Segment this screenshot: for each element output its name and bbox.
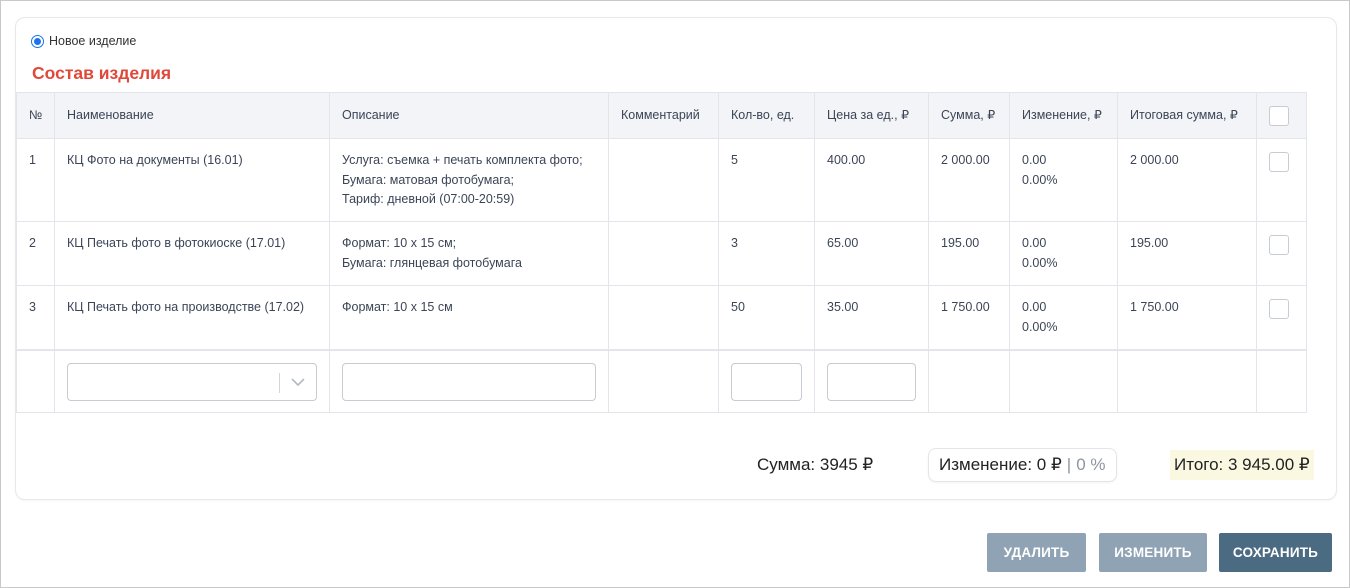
save-button[interactable]: СОХРАНИТЬ [1219, 533, 1332, 572]
radio-selected-dot [34, 37, 41, 45]
quantity-input[interactable] [731, 362, 802, 401]
row-change: 0.00 0.00% [1009, 221, 1118, 286]
row-checkbox[interactable] [1269, 235, 1289, 255]
new-row-price-cell [814, 348, 929, 413]
select-separator [279, 372, 280, 393]
change-amount-total: Изменение: 0 ₽ [939, 455, 1062, 474]
row-sum: 1 750.00 [928, 285, 1010, 350]
change-percent-total: 0 % [1076, 455, 1106, 474]
table-row[interactable]: 1 КЦ Фото на документы (16.01) Услуга: с… [16, 138, 1307, 222]
row-checkbox[interactable] [1269, 152, 1289, 172]
change-percent: 0.00% [1022, 172, 1058, 187]
new-item-row [16, 348, 1307, 413]
header-description[interactable]: Описание [329, 92, 609, 139]
row-number: 2 [16, 221, 55, 286]
new-row-select-cell [1256, 348, 1307, 413]
unit-price-input[interactable] [827, 362, 916, 401]
row-name: КЦ Печать фото в фотокиоске (17.01) [54, 221, 330, 286]
row-change: 0.00 0.00% [1009, 138, 1118, 222]
new-product-radio-option[interactable]: Новое изделие [31, 34, 136, 48]
radio-label: Новое изделие [49, 34, 137, 48]
row-description: Услуга: съемка + печать комплекта фото; … [329, 138, 609, 222]
section-title: Состав изделия [32, 63, 172, 83]
new-row-comment-cell [608, 348, 719, 413]
change-amount: 0.00 [1022, 153, 1047, 167]
header-sum[interactable]: Сумма, ₽ [928, 92, 1010, 139]
row-checkbox[interactable] [1269, 299, 1289, 319]
row-sum: 2 000.00 [928, 138, 1010, 222]
row-unit-price: 400.00 [814, 138, 929, 222]
description-line: Бумага: глянцевая фотобумага [342, 255, 522, 270]
change-amount: 0.00 [1022, 300, 1047, 314]
row-description: Формат: 10 х 15 см; Бумага: глянцевая фо… [329, 221, 609, 286]
description-line: Бумага: матовая фотобумага; [342, 172, 515, 187]
new-row-quantity-cell [718, 348, 815, 413]
table-row[interactable]: 2 КЦ Печать фото в фотокиоске (17.01) Фо… [16, 221, 1307, 286]
new-row-name-cell [54, 348, 330, 413]
table-row[interactable]: 3 КЦ Печать фото на производстве (17.02)… [16, 285, 1307, 350]
new-row-total-cell [1117, 348, 1257, 413]
header-comment[interactable]: Комментарий [608, 92, 719, 139]
row-comment [608, 285, 719, 350]
header-select-all [1256, 92, 1307, 139]
radio-button[interactable] [31, 34, 44, 48]
row-sum: 195.00 [928, 221, 1010, 286]
description-input[interactable] [342, 362, 596, 401]
chevron-down-icon[interactable] [291, 378, 305, 387]
delete-button[interactable]: УДАЛИТЬ [987, 533, 1086, 572]
edit-button[interactable]: ИЗМЕНИТЬ [1099, 533, 1207, 572]
description-line: Тариф: дневной (07:00-20:59) [342, 192, 515, 206]
description-line: Формат: 10 х 15 см [342, 300, 453, 314]
totals-sum: Сумма: 3945 ₽ [757, 455, 874, 474]
change-percent: 0.00% [1022, 319, 1058, 334]
totals-grand-total: Итого: 3 945.00 ₽ [1170, 450, 1314, 480]
new-row-number-cell [16, 348, 55, 413]
select-all-checkbox[interactable] [1269, 105, 1289, 126]
header-name[interactable]: Наименование [54, 92, 330, 139]
row-select-cell [1256, 221, 1307, 286]
change-separator: | [1066, 455, 1072, 474]
row-quantity: 5 [718, 138, 815, 222]
row-quantity: 50 [718, 285, 815, 350]
description-line: Услуга: съемка + печать комплекта фото; [342, 153, 583, 167]
row-select-cell [1256, 138, 1307, 222]
table-header-row: № Наименование Описание Комментарий Кол-… [16, 92, 1307, 139]
row-number: 3 [16, 285, 55, 350]
items-table: № Наименование Описание Комментарий Кол-… [16, 92, 1307, 413]
new-row-description-cell [329, 348, 609, 413]
change-amount: 0.00 [1022, 236, 1047, 250]
row-unit-price: 65.00 [814, 221, 929, 286]
change-percent: 0.00% [1022, 255, 1058, 270]
row-number: 1 [16, 138, 55, 222]
product-select[interactable] [67, 362, 317, 401]
description-line: Формат: 10 х 15 см; [342, 236, 457, 250]
header-number: № [16, 92, 55, 139]
header-total-sum[interactable]: Итоговая сумма, ₽ [1117, 92, 1257, 139]
row-comment [608, 138, 719, 222]
row-total: 195.00 [1117, 221, 1257, 286]
row-unit-price: 35.00 [814, 285, 929, 350]
row-select-cell [1256, 285, 1307, 350]
row-total: 1 750.00 [1117, 285, 1257, 350]
row-total: 2 000.00 [1117, 138, 1257, 222]
row-change: 0.00 0.00% [1009, 285, 1118, 350]
header-quantity[interactable]: Кол-во, ед. [718, 92, 815, 139]
new-row-sum-cell [928, 348, 1010, 413]
row-name: КЦ Печать фото на производстве (17.02) [54, 285, 330, 350]
row-name: КЦ Фото на документы (16.01) [54, 138, 330, 222]
totals-change: Изменение: 0 ₽ | 0 % [928, 448, 1117, 482]
row-quantity: 3 [718, 221, 815, 286]
row-comment [608, 221, 719, 286]
row-description: Формат: 10 х 15 см [329, 285, 609, 350]
header-change[interactable]: Изменение, ₽ [1009, 92, 1118, 139]
header-unit-price[interactable]: Цена за ед., ₽ [814, 92, 929, 139]
new-row-change-cell [1009, 348, 1118, 413]
